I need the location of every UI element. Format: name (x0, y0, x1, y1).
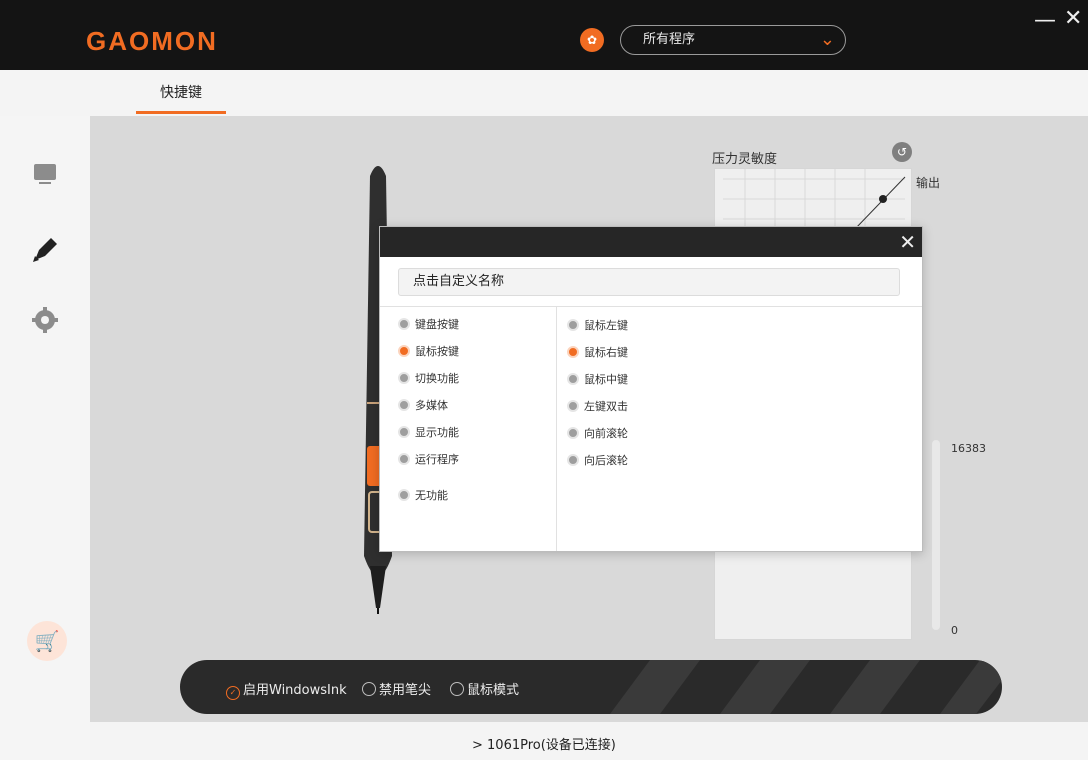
option-disable-pen-tip[interactable]: 禁用笔尖 (362, 679, 431, 698)
app-icon[interactable]: ✿ (580, 28, 604, 52)
category-keyboard[interactable]: 键盘按键 (398, 318, 459, 332)
sidebar: 🛒 (0, 116, 90, 760)
category-display[interactable]: 显示功能 (398, 426, 459, 440)
radio-icon (567, 427, 579, 439)
radio-icon (398, 489, 410, 501)
dialog-header: ✕ (380, 227, 922, 257)
function-dialog: ✕ 点击自定义名称 键盘按键 鼠标按键 切换功能 多媒体 显示功能 运行程序 无… (379, 226, 923, 552)
monitor-icon[interactable] (25, 156, 65, 196)
title-bar: GAOMON ✿ 所有程序 ⌄ — ✕ (0, 0, 1088, 70)
reset-icon[interactable]: ↺ (892, 142, 912, 162)
gear-icon[interactable] (25, 300, 65, 340)
option-windows-ink[interactable]: ✓ 启用WindowsInk (226, 679, 347, 700)
slider-max-value: 16383 (951, 442, 986, 455)
dialog-close-icon[interactable]: ✕ (899, 230, 916, 254)
active-tab-indicator (136, 111, 226, 114)
radio-icon (398, 399, 410, 411)
radio-icon (398, 372, 410, 384)
cart-icon[interactable]: 🛒 (27, 621, 67, 661)
minimize-button[interactable]: — (1034, 8, 1056, 33)
custom-name-input[interactable]: 点击自定义名称 (398, 268, 900, 296)
close-window-button[interactable]: ✕ (1064, 6, 1082, 31)
program-select-value: 所有程序 (643, 32, 696, 47)
radio-icon (398, 453, 410, 465)
radio-icon (567, 400, 579, 412)
mouse-left-button[interactable]: 鼠标左键 (567, 319, 628, 333)
category-switch[interactable]: 切换功能 (398, 372, 459, 386)
radio-icon (567, 454, 579, 466)
mouse-scroll-forward[interactable]: 向前滚轮 (567, 427, 628, 441)
divider (380, 306, 922, 307)
category-mouse[interactable]: 鼠标按键 (398, 345, 459, 359)
mouse-double-click[interactable]: 左键双击 (567, 400, 628, 414)
bottom-options-bar: ✓ 启用WindowsInk 禁用笔尖 鼠标模式 (180, 660, 1002, 714)
circle-icon (450, 682, 464, 696)
mouse-right-button[interactable]: 鼠标右键 (567, 346, 628, 360)
chevron-right-icon: > (472, 738, 488, 753)
device-selector[interactable]: > 1061Pro(设备已连接) (472, 734, 616, 753)
pen-icon[interactable] (25, 228, 65, 268)
output-label: 输出 (916, 176, 941, 190)
radio-icon (567, 346, 579, 358)
radio-icon (567, 319, 579, 331)
category-none[interactable]: 无功能 (398, 489, 448, 503)
circle-icon (362, 682, 376, 696)
mouse-middle-button[interactable]: 鼠标中键 (567, 373, 628, 387)
radio-icon (398, 426, 410, 438)
mouse-scroll-backward[interactable]: 向后滚轮 (567, 454, 628, 468)
radio-icon (398, 345, 410, 357)
slider-min-value: 0 (951, 624, 958, 637)
divider (556, 307, 557, 551)
gaomon-logo: GAOMON (86, 26, 218, 56)
option-mouse-mode[interactable]: 鼠标模式 (450, 679, 519, 698)
tab-bar: 快捷键 (0, 70, 1088, 117)
status-bar: > 1061Pro(设备已连接) (90, 722, 1088, 760)
category-multimedia[interactable]: 多媒体 (398, 399, 448, 413)
chevron-down-icon: ⌄ (819, 29, 835, 50)
program-select[interactable]: 所有程序 ⌄ (620, 25, 846, 55)
radio-icon (567, 373, 579, 385)
tab-shortcuts[interactable]: 快捷键 (136, 82, 226, 102)
pressure-sensitivity-label: 压力灵敏度 (712, 152, 778, 167)
radio-icon (398, 318, 410, 330)
check-icon: ✓ (226, 686, 240, 700)
pressure-slider[interactable] (932, 440, 940, 630)
category-run-program[interactable]: 运行程序 (398, 453, 459, 467)
